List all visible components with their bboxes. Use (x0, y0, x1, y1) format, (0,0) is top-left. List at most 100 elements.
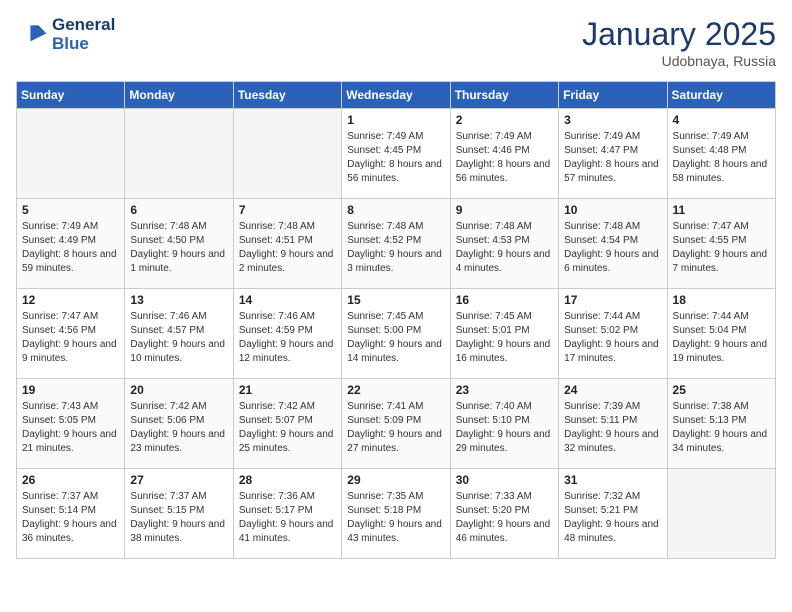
calendar-cell: 14Sunrise: 7:46 AMSunset: 4:59 PMDayligh… (233, 289, 341, 379)
calendar-cell: 8 Sunrise: 7:48 AMSunset: 4:52 PMDaylight… (342, 199, 450, 289)
calendar-week-row: 19 Sunrise: 7:43 AMSunset: 5:05 PMDayligh… (17, 379, 776, 469)
calendar-cell: 9 Sunrise: 7:48 AMSunset: 4:53 PMDaylight… (450, 199, 558, 289)
calendar-cell: 16 Sunrise: 7:45 AMSunset: 5:01 PMDayligh… (450, 289, 558, 379)
day-number: 10 (564, 203, 661, 217)
cell-details: Sunrise: 7:45 AMSunset: 5:01 PMDaylight:… (456, 310, 553, 366)
calendar-cell: 5 Sunrise: 7:49 AMSunset: 4:49 PMDaylight… (17, 199, 125, 289)
day-number: 2 (456, 113, 553, 127)
cell-details: Sunrise: 7:38 AMSunset: 5:13 PMDaylight:… (673, 400, 770, 456)
calendar-cell: 23 Sunrise: 7:40 AMSunset: 5:10 PMDayligh… (450, 379, 558, 469)
cell-details: Sunrise: 7:43 AMSunset: 5:05 PMDaylight:… (22, 400, 119, 456)
cell-details: Sunrise: 7:47 AMSunset: 4:56 PMDaylight:… (22, 310, 119, 366)
cell-details: Sunrise: 7:45 AMSunset: 5:00 PMDaylight:… (347, 310, 444, 366)
day-number: 1 (347, 113, 444, 127)
logo-text-general: General (52, 16, 115, 35)
cell-details: Sunrise: 7:47 AMSunset: 4:55 PMDaylight:… (673, 220, 770, 276)
calendar-week-row: 5 Sunrise: 7:49 AMSunset: 4:49 PMDaylight… (17, 199, 776, 289)
day-number: 15 (347, 293, 444, 307)
day-number: 5 (22, 203, 119, 217)
calendar-cell: 28Sunrise: 7:36 AMSunset: 5:17 PMDayligh… (233, 469, 341, 559)
day-number: 30 (456, 473, 553, 487)
day-number: 4 (673, 113, 770, 127)
calendar-cell: 26Sunrise: 7:37 AMSunset: 5:14 PMDayligh… (17, 469, 125, 559)
calendar-cell: 13Sunrise: 7:46 AMSunset: 4:57 PMDayligh… (125, 289, 233, 379)
calendar-cell: 15 Sunrise: 7:45 AMSunset: 5:00 PMDayligh… (342, 289, 450, 379)
cell-details: Sunrise: 7:48 AMSunset: 4:53 PMDaylight:… (456, 220, 553, 276)
calendar-cell (17, 109, 125, 199)
calendar-cell: 2Sunrise: 7:49 AMSunset: 4:46 PMDaylight… (450, 109, 558, 199)
calendar-cell: 21Sunrise: 7:42 AMSunset: 5:07 PMDayligh… (233, 379, 341, 469)
day-number: 19 (22, 383, 119, 397)
month-title: January 2025 (582, 16, 776, 53)
cell-details: Sunrise: 7:44 AMSunset: 5:04 PMDaylight:… (673, 310, 770, 366)
location-text: Udobnaya, Russia (582, 53, 776, 69)
calendar-week-row: 1 Sunrise: 7:49 AMSunset: 4:45 PMDaylight… (17, 109, 776, 199)
calendar-table: SundayMondayTuesdayWednesdayThursdayFrid… (16, 81, 776, 559)
day-number: 26 (22, 473, 119, 487)
calendar-cell: 17Sunrise: 7:44 AMSunset: 5:02 PMDayligh… (559, 289, 667, 379)
day-number: 7 (239, 203, 336, 217)
cell-details: Sunrise: 7:49 AMSunset: 4:48 PMDaylight:… (673, 130, 770, 186)
day-number: 18 (673, 293, 770, 307)
calendar-cell: 11 Sunrise: 7:47 AMSunset: 4:55 PMDayligh… (667, 199, 775, 289)
day-header-friday: Friday (559, 82, 667, 109)
cell-details: Sunrise: 7:48 AMSunset: 4:54 PMDaylight:… (564, 220, 661, 276)
calendar-cell (667, 469, 775, 559)
calendar-cell: 4 Sunrise: 7:49 AMSunset: 4:48 PMDaylight… (667, 109, 775, 199)
calendar-cell: 3Sunrise: 7:49 AMSunset: 4:47 PMDaylight… (559, 109, 667, 199)
cell-details: Sunrise: 7:39 AMSunset: 5:11 PMDaylight:… (564, 400, 661, 456)
cell-details: Sunrise: 7:48 AMSunset: 4:51 PMDaylight:… (239, 220, 336, 276)
day-header-wednesday: Wednesday (342, 82, 450, 109)
calendar-cell: 19 Sunrise: 7:43 AMSunset: 5:05 PMDayligh… (17, 379, 125, 469)
calendar-header-row: SundayMondayTuesdayWednesdayThursdayFrid… (17, 82, 776, 109)
day-header-tuesday: Tuesday (233, 82, 341, 109)
day-number: 9 (456, 203, 553, 217)
day-number: 8 (347, 203, 444, 217)
day-number: 23 (456, 383, 553, 397)
day-number: 27 (130, 473, 227, 487)
cell-details: Sunrise: 7:32 AMSunset: 5:21 PMDaylight:… (564, 490, 661, 546)
cell-details: Sunrise: 7:37 AMSunset: 5:15 PMDaylight:… (130, 490, 227, 546)
title-block: January 2025 Udobnaya, Russia (582, 16, 776, 69)
day-number: 29 (347, 473, 444, 487)
calendar-cell: 12 Sunrise: 7:47 AMSunset: 4:56 PMDayligh… (17, 289, 125, 379)
logo-text-blue: Blue (52, 35, 115, 54)
cell-details: Sunrise: 7:49 AMSunset: 4:45 PMDaylight:… (347, 130, 444, 186)
calendar-cell: 25 Sunrise: 7:38 AMSunset: 5:13 PMDayligh… (667, 379, 775, 469)
day-number: 12 (22, 293, 119, 307)
page-header: General Blue January 2025 Udobnaya, Russ… (16, 16, 776, 69)
cell-details: Sunrise: 7:46 AMSunset: 4:59 PMDaylight:… (239, 310, 336, 366)
cell-details: Sunrise: 7:40 AMSunset: 5:10 PMDaylight:… (456, 400, 553, 456)
day-header-saturday: Saturday (667, 82, 775, 109)
cell-details: Sunrise: 7:35 AMSunset: 5:18 PMDaylight:… (347, 490, 444, 546)
cell-details: Sunrise: 7:44 AMSunset: 5:02 PMDaylight:… (564, 310, 661, 366)
calendar-week-row: 26Sunrise: 7:37 AMSunset: 5:14 PMDayligh… (17, 469, 776, 559)
cell-details: Sunrise: 7:41 AMSunset: 5:09 PMDaylight:… (347, 400, 444, 456)
calendar-cell: 20 Sunrise: 7:42 AMSunset: 5:06 PMDayligh… (125, 379, 233, 469)
day-number: 31 (564, 473, 661, 487)
day-number: 20 (130, 383, 227, 397)
day-number: 25 (673, 383, 770, 397)
cell-details: Sunrise: 7:49 AMSunset: 4:49 PMDaylight:… (22, 220, 119, 276)
day-number: 6 (130, 203, 227, 217)
calendar-cell: 6Sunrise: 7:48 AMSunset: 4:50 PMDaylight… (125, 199, 233, 289)
day-number: 13 (130, 293, 227, 307)
calendar-cell: 31 Sunrise: 7:32 AMSunset: 5:21 PMDayligh… (559, 469, 667, 559)
day-number: 24 (564, 383, 661, 397)
cell-details: Sunrise: 7:33 AMSunset: 5:20 PMDaylight:… (456, 490, 553, 546)
day-number: 11 (673, 203, 770, 217)
cell-details: Sunrise: 7:48 AMSunset: 4:52 PMDaylight:… (347, 220, 444, 276)
day-number: 16 (456, 293, 553, 307)
calendar-cell: 22Sunrise: 7:41 AMSunset: 5:09 PMDayligh… (342, 379, 450, 469)
calendar-cell: 1 Sunrise: 7:49 AMSunset: 4:45 PMDaylight… (342, 109, 450, 199)
calendar-week-row: 12 Sunrise: 7:47 AMSunset: 4:56 PMDayligh… (17, 289, 776, 379)
calendar-cell (233, 109, 341, 199)
day-header-thursday: Thursday (450, 82, 558, 109)
logo: General Blue (16, 16, 115, 53)
cell-details: Sunrise: 7:42 AMSunset: 5:06 PMDaylight:… (130, 400, 227, 456)
calendar-cell: 30 Sunrise: 7:33 AMSunset: 5:20 PMDayligh… (450, 469, 558, 559)
calendar-cell: 24 Sunrise: 7:39 AMSunset: 5:11 PMDayligh… (559, 379, 667, 469)
calendar-cell: 27 Sunrise: 7:37 AMSunset: 5:15 PMDayligh… (125, 469, 233, 559)
day-number: 3 (564, 113, 661, 127)
calendar-cell (125, 109, 233, 199)
